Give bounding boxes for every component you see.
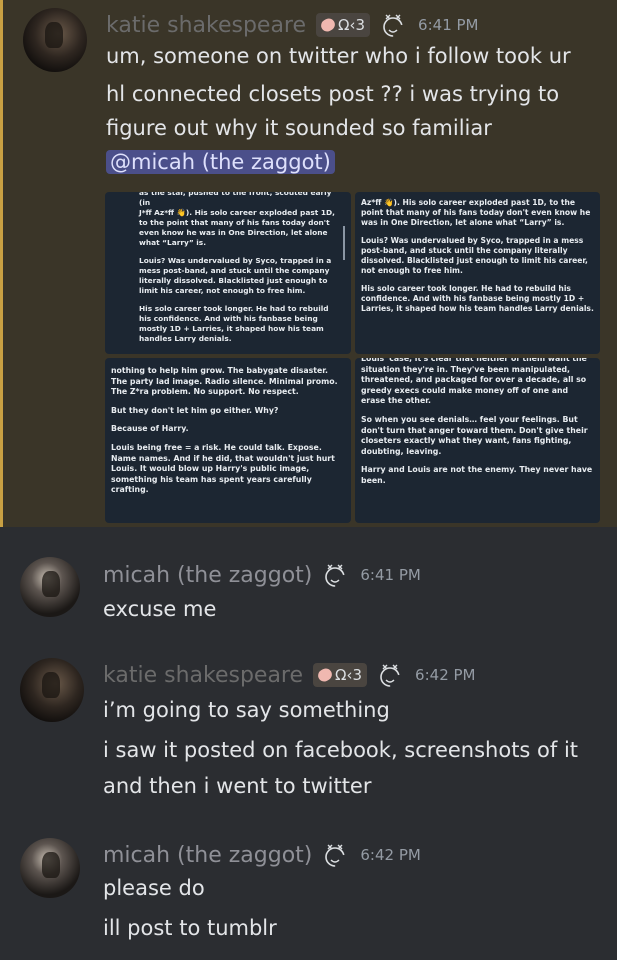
message-line: um, someone on twitter who i follow took… <box>106 44 571 68</box>
message-header: katie shakespeare Ω‹3 6:41 PM <box>106 12 479 38</box>
timestamp[interactable]: 6:41 PM <box>418 16 478 34</box>
screenshot-text: Louis' case, it's clear that neither of … <box>361 358 587 406</box>
avatar[interactable] <box>20 838 80 898</box>
message: micah (the zaggot) 6:41 PM excuse me <box>0 527 617 627</box>
role-tag[interactable]: Ω‹3 <box>316 13 371 37</box>
screenshot-text: as the star, pushed to the front, scoute… <box>139 192 332 207</box>
attachment-image-3[interactable]: nothing to help him grow. The babygate d… <box>105 358 351 523</box>
message-line: and then i went to twitter <box>103 774 372 798</box>
screenshot-scrollbar <box>343 226 345 260</box>
screenshot-text: Harry and Louis are not the enemy. They … <box>361 465 593 485</box>
attachment-image-2[interactable]: Az*ff 👋). His solo career exploded past … <box>355 192 600 354</box>
sleepy-face-icon <box>380 664 400 687</box>
avatar[interactable] <box>20 557 80 617</box>
screenshot-text: Louis? Was undervalued by Syco, trapped … <box>139 256 332 295</box>
pill-icon <box>315 666 335 684</box>
timestamp[interactable]: 6:42 PM <box>415 666 475 684</box>
screenshot-text: J*ff Az*ff 👋). His solo career exploded … <box>139 208 335 247</box>
message-line: please do <box>103 876 205 900</box>
screenshot-text: Because of Harry. <box>111 424 189 434</box>
username[interactable]: micah (the zaggot) <box>103 843 312 868</box>
sleepy-face-icon <box>383 14 403 37</box>
screenshot-text: Louis? Was undervalued by Syco, trapped … <box>361 236 588 275</box>
avatar[interactable] <box>23 8 87 72</box>
tag-text: Ω‹3 <box>338 16 366 34</box>
message-line: figure out why it sounded so familiar <box>106 116 492 140</box>
timestamp[interactable]: 6:41 PM <box>360 566 420 584</box>
username[interactable]: micah (the zaggot) <box>103 563 312 588</box>
message-line: i saw it posted on facebook, screenshots… <box>103 738 579 762</box>
sleepy-face-icon <box>325 564 346 587</box>
username[interactable]: katie shakespeare <box>106 13 306 38</box>
screenshot-text: But they don't let him go either. Why? <box>111 405 279 415</box>
tag-text: Ω‹3 <box>335 666 363 684</box>
screenshot-text: Az*ff 👋). His solo career exploded past … <box>361 198 591 227</box>
sleepy-face-icon <box>325 844 346 867</box>
message-line: hl connected closets post ?? i was tryin… <box>106 82 560 106</box>
attachment-image-1[interactable]: as the star, pushed to the front, scoute… <box>105 192 351 354</box>
avatar[interactable] <box>20 658 84 722</box>
message-line: i’m going to say something <box>103 698 390 722</box>
screenshot-text: Louis being free = a risk. He could talk… <box>111 442 335 495</box>
message-header: micah (the zaggot) 6:42 PM <box>103 842 421 868</box>
timestamp[interactable]: 6:42 PM <box>360 846 420 864</box>
attachment-image-4[interactable]: Louis' case, it's clear that neither of … <box>355 358 600 523</box>
screenshot-text: nothing to help him grow. The babygate d… <box>111 366 338 397</box>
user-mention[interactable]: @micah (the zaggot) <box>106 150 335 174</box>
pill-icon <box>318 16 338 34</box>
role-tag[interactable]: Ω‹3 <box>313 663 368 687</box>
message: micah (the zaggot) 6:42 PM please do ill… <box>0 820 617 960</box>
screenshot-text: His solo career took longer. He had to r… <box>139 304 329 343</box>
message-line: ill post to tumblr <box>103 916 277 940</box>
screenshot-text: His solo career took longer. He had to r… <box>361 284 594 313</box>
screenshot-text: So when you see denials… feel your feeli… <box>361 414 588 456</box>
message-header: katie shakespeare Ω‹3 6:42 PM <box>103 662 476 688</box>
message-line: excuse me <box>103 597 217 621</box>
message-highlighted: katie shakespeare Ω‹3 6:41 PM um, someon… <box>0 0 617 527</box>
message-header: micah (the zaggot) 6:41 PM <box>103 562 421 588</box>
message: katie shakespeare Ω‹3 6:42 PM i’m going … <box>0 640 617 820</box>
username[interactable]: katie shakespeare <box>103 663 303 688</box>
